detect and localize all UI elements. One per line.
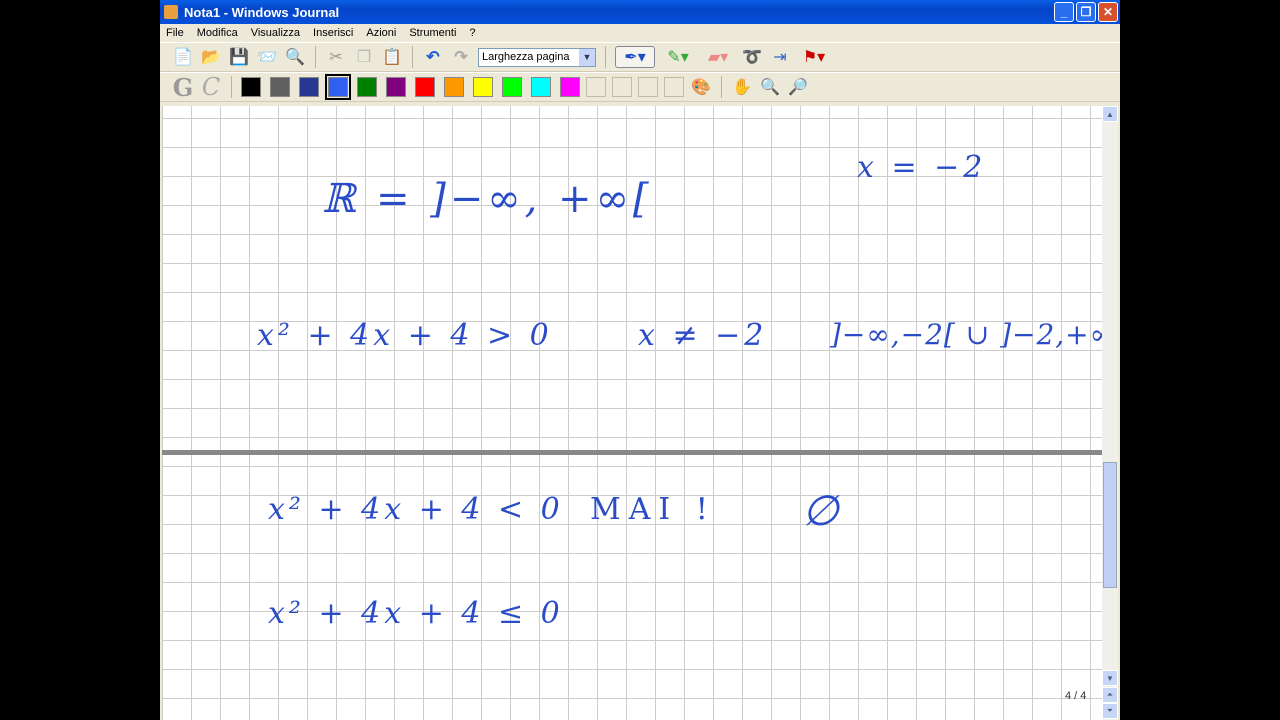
color-swatch[interactable]	[241, 77, 261, 97]
format-toolbar: G C 🎨 ✋ 🔍 🔎	[160, 72, 1120, 102]
color-swatch[interactable]	[386, 77, 406, 97]
close-button[interactable]: ✕	[1098, 2, 1118, 22]
ink-mai: MAI !	[590, 492, 716, 527]
open-folder-icon[interactable]: 📂	[200, 46, 222, 68]
pan-hand-icon[interactable]: ✋	[731, 76, 753, 98]
menu-bar: File Modifica Visualizza Inserisci Azion…	[160, 24, 1120, 42]
custom-color-slot[interactable]	[664, 77, 684, 97]
undo-icon[interactable]: ↶	[422, 46, 444, 68]
menu-modifica[interactable]: Modifica	[197, 27, 238, 39]
page-indicator: 4 / 4	[1065, 690, 1087, 702]
pen-icon[interactable]: ✒▾	[615, 46, 655, 68]
ink-x-not-equal: x ≠ −2	[638, 318, 768, 353]
next-page-button[interactable]: ⏷	[1102, 703, 1118, 719]
gesture-c-icon[interactable]: C	[200, 73, 222, 101]
redo-icon[interactable]: ↷	[450, 46, 472, 68]
minimize-button[interactable]: _	[1054, 2, 1074, 22]
flag-icon[interactable]: ⚑▾	[797, 46, 831, 68]
highlighter-icon[interactable]: ✎▾	[661, 46, 695, 68]
window-title: Nota1 - Windows Journal	[184, 4, 340, 20]
note-canvas[interactable]: ℝ = ]−∞, +∞[ x = −2 x² + 4x + 4 > 0 x ≠ …	[162, 106, 1102, 720]
cut-icon[interactable]: ✂	[325, 46, 347, 68]
menu-strumenti[interactable]: Strumenti	[409, 27, 456, 39]
ink-inequality-3: x² + 4x + 4 ≤ 0	[268, 596, 564, 631]
search-icon[interactable]: 🔍	[284, 46, 306, 68]
insert-space-icon[interactable]: ⇥	[769, 46, 791, 68]
copy-icon[interactable]: ❐	[353, 46, 375, 68]
zoom-in-icon[interactable]: 🔍	[759, 76, 781, 98]
color-swatch[interactable]	[531, 77, 551, 97]
menu-file[interactable]: File	[166, 27, 184, 39]
paste-icon[interactable]: 📋	[381, 46, 403, 68]
chevron-down-icon: ▼	[579, 48, 595, 66]
color-swatch[interactable]	[473, 77, 493, 97]
color-swatch[interactable]	[270, 77, 290, 97]
eraser-icon[interactable]: ▰▾	[701, 46, 735, 68]
ink-reals: ℝ = ]−∞, +∞[	[322, 176, 653, 222]
color-swatch[interactable]	[299, 77, 319, 97]
color-swatch[interactable]	[415, 77, 435, 97]
color-palette-icon[interactable]: 🎨	[690, 76, 712, 98]
maximize-button[interactable]: ❐	[1076, 2, 1096, 22]
vertical-scrollbar[interactable]: ▲ ▼ ⏶ ⏷	[1102, 106, 1118, 720]
save-icon[interactable]: 💾	[228, 46, 250, 68]
journal-app-icon	[164, 5, 178, 19]
zoom-select[interactable]: Larghezza pagina ▼	[478, 47, 596, 67]
menu-visualizza[interactable]: Visualizza	[251, 27, 300, 39]
color-swatch[interactable]	[502, 77, 522, 97]
custom-color-slot[interactable]	[638, 77, 658, 97]
previous-page-button[interactable]: ⏶	[1102, 687, 1118, 703]
menu-help[interactable]: ?	[469, 27, 475, 39]
scroll-down-button[interactable]: ▼	[1102, 670, 1118, 686]
ink-empty-set: ∅	[802, 486, 843, 535]
color-swatch[interactable]	[560, 77, 580, 97]
ink-inequality-1: x² + 4x + 4 > 0	[257, 318, 553, 353]
custom-color-slot[interactable]	[612, 77, 632, 97]
ink-inequality-2: x² + 4x + 4 < 0	[268, 492, 564, 527]
standard-toolbar: 📄 📂 💾 📨 🔍 ✂ ❐ 📋 ↶ ↷ Larghezza pagina ▼ ✒▾…	[160, 42, 1120, 72]
journal-window: Nota1 - Windows Journal _ ❐ ✕ File Modif…	[160, 0, 1120, 720]
menu-inserisci[interactable]: Inserisci	[313, 27, 353, 39]
ink-interval: ]−∞,−2[ ∪ ]−2,+∞[	[830, 318, 1102, 351]
custom-color-slot[interactable]	[586, 77, 606, 97]
color-swatch[interactable]	[357, 77, 377, 97]
menu-azioni[interactable]: Azioni	[366, 27, 396, 39]
title-bar: Nota1 - Windows Journal _ ❐ ✕	[160, 0, 1120, 24]
lasso-icon[interactable]: ➰	[741, 46, 763, 68]
new-note-icon[interactable]: 📄	[172, 46, 194, 68]
scroll-up-button[interactable]: ▲	[1102, 106, 1118, 122]
color-swatch[interactable]	[444, 77, 464, 97]
page-break-divider	[162, 450, 1102, 455]
gesture-g-icon[interactable]: G	[172, 73, 194, 102]
ink-x-equals: x = −2	[857, 150, 987, 185]
color-swatch[interactable]	[325, 74, 351, 100]
zoom-out-icon[interactable]: 🔎	[787, 76, 809, 98]
send-email-icon[interactable]: 📨	[256, 46, 278, 68]
scrollbar-thumb[interactable]	[1103, 462, 1117, 588]
